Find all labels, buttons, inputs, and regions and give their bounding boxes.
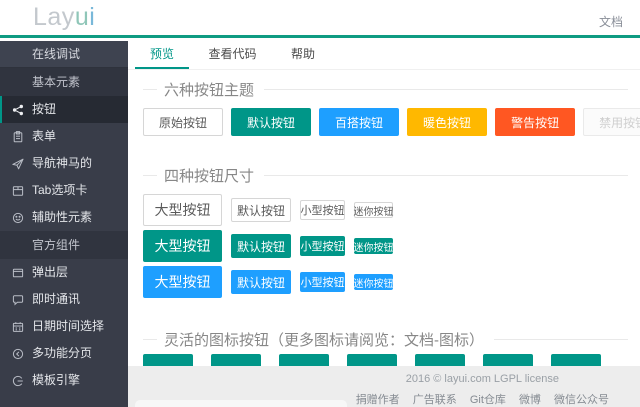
sidebar-item-label: 模板引擎 <box>32 373 81 387</box>
sidebar-category-official-components: 官方组件 <box>0 231 128 259</box>
disabled-button[interactable]: 禁用按钮 <box>583 108 640 136</box>
mini-button[interactable]: 迷你按钮 <box>354 274 394 290</box>
smiley-icon <box>12 212 24 224</box>
sidebar-item-label: 即时通讯 <box>32 292 81 306</box>
section-title-sizes: 四种按钮尺寸 <box>143 166 628 185</box>
sidebar-category-basic-elements: 基本元素 <box>0 68 128 96</box>
default-button[interactable]: 默认按钮 <box>231 108 312 136</box>
default-size-button[interactable]: 默认按钮 <box>231 198 291 222</box>
sidebar-item-template-engine[interactable]: 模板引擎 <box>0 367 128 394</box>
legend-line <box>494 338 628 340</box>
large-button[interactable]: 大型按钮 <box>143 266 222 298</box>
layui-logo[interactable]: Layui <box>33 3 95 32</box>
tab-preview[interactable]: 预览 <box>135 41 190 69</box>
sidebar-item-im[interactable]: 即时通讯 <box>0 286 128 313</box>
sidebar-item-label: 按钮 <box>32 102 57 116</box>
clipboard-icon <box>12 130 24 143</box>
tab-help[interactable]: 帮助 <box>276 41 330 69</box>
share-nodes-icon <box>12 104 24 116</box>
normal-button[interactable]: 百搭按钮 <box>319 108 400 136</box>
main-content: 预览 查看代码 帮助 六种按钮主题 原始按钮 默认按钮 百搭按钮 暖色按钮 警告… <box>128 41 640 407</box>
tab-bar: 预览 查看代码 帮助 <box>128 41 640 70</box>
calendar-icon <box>12 321 24 333</box>
sidebar-item-tab[interactable]: Tab选项卡 <box>0 177 128 204</box>
legend-line <box>143 174 157 176</box>
legend-line <box>143 88 157 90</box>
mini-button[interactable]: 迷你按钮 <box>354 238 394 254</box>
section-title-icon-buttons: 灵活的图标按钮（更多图标请阅览：文档-图标） <box>143 330 628 349</box>
sidebar-item-button[interactable]: 按钮 <box>0 96 128 123</box>
small-button[interactable]: 小型按钮 <box>300 200 345 220</box>
sidebar-item-datetime[interactable]: 日期时间选择 <box>0 313 128 340</box>
small-button[interactable]: 小型按钮 <box>300 272 345 292</box>
small-button[interactable]: 小型按钮 <box>300 236 345 256</box>
page: Layui 文档 在线调试 基本元素 按钮 表单 导航神马的 Tab选项卡 辅助… <box>0 0 640 407</box>
logo-part-gray: Lay <box>33 3 75 31</box>
top-header: Layui 文档 <box>0 0 640 38</box>
sidebar-item-label: 日期时间选择 <box>32 319 105 333</box>
section-title-themes: 六种按钮主题 <box>143 80 628 99</box>
sidebar-item-layer[interactable]: 弹出层 <box>0 259 128 286</box>
size-row-primitive: 大型按钮 默认按钮 小型按钮 迷你按钮 <box>143 194 628 226</box>
tab-view-code[interactable]: 查看代码 <box>193 41 271 69</box>
logo-part-green: u <box>74 3 90 31</box>
sidebar-item-label: 弹出层 <box>32 265 69 279</box>
legend-line <box>264 174 628 176</box>
logo-part-blue: i <box>89 3 96 31</box>
legend-line <box>143 338 157 340</box>
mini-button[interactable]: 迷你按钮 <box>354 202 394 218</box>
sidebar-item-label: 导航神马的 <box>32 156 93 170</box>
section-title-text: 灵活的图标按钮（更多图标请阅览：文档-图标） <box>164 331 484 349</box>
copyright-text: 2016 © layui.com LGPL license <box>405 373 559 385</box>
warm-button[interactable]: 暖色按钮 <box>407 108 488 136</box>
doc-link[interactable]: 文档 <box>599 13 623 30</box>
large-button[interactable]: 大型按钮 <box>143 194 222 226</box>
footer-link-git[interactable]: Git仓库 <box>470 394 506 406</box>
circle-arrow-left-icon <box>12 348 24 360</box>
layout-tabs-icon <box>12 185 24 197</box>
sidebar-item-label: 表单 <box>32 129 57 143</box>
footer-link-weibo[interactable]: 微博 <box>519 394 541 406</box>
sidebar-item-online-debug[interactable]: 在线调试 <box>0 41 128 68</box>
footer-content: 2016 © layui.com LGPL license 捐赠作者 广告联系 … <box>351 373 614 407</box>
sidebar-item-auxiliary[interactable]: 辅助性元素 <box>0 204 128 231</box>
theme-buttons-row: 原始按钮 默认按钮 百搭按钮 暖色按钮 警告按钮 禁用按钮 <box>143 108 640 136</box>
large-button[interactable]: 大型按钮 <box>143 230 222 262</box>
size-row-blue: 大型按钮 默认按钮 小型按钮 迷你按钮 <box>143 266 628 298</box>
default-size-button[interactable]: 默认按钮 <box>231 234 291 258</box>
engine-icon <box>12 375 24 387</box>
footer-link-wechat[interactable]: 微信公众号 <box>554 394 609 406</box>
chat-bubble-icon <box>12 294 24 306</box>
legend-line <box>264 88 628 90</box>
window-icon <box>12 267 24 279</box>
size-row-green: 大型按钮 默认按钮 小型按钮 迷你按钮 <box>143 230 628 262</box>
bottom-sheet-edge <box>135 400 347 407</box>
paper-plane-icon <box>12 158 24 170</box>
sidebar-item-label: 辅助性元素 <box>32 210 93 224</box>
footer-link-donate[interactable]: 捐赠作者 <box>356 394 400 406</box>
preview-panel: 六种按钮主题 原始按钮 默认按钮 百搭按钮 暖色按钮 警告按钮 禁用按钮 四种按… <box>128 70 640 382</box>
section-title-text: 四种按钮尺寸 <box>164 167 255 185</box>
sidebar-item-pagination[interactable]: 多功能分页 <box>0 340 128 367</box>
sidebar-item-label: 多功能分页 <box>32 346 93 360</box>
section-title-text: 六种按钮主题 <box>164 81 255 99</box>
sidebar-item-label: Tab选项卡 <box>32 183 88 197</box>
footer-link-ads[interactable]: 广告联系 <box>413 394 457 406</box>
footer-links: 捐赠作者 广告联系 Git仓库 微博 微信公众号 <box>351 391 614 407</box>
sidebar-item-form[interactable]: 表单 <box>0 123 128 150</box>
danger-button[interactable]: 警告按钮 <box>495 108 576 136</box>
default-size-button[interactable]: 默认按钮 <box>231 270 291 294</box>
primitive-button[interactable]: 原始按钮 <box>143 108 224 136</box>
sidebar-item-nav[interactable]: 导航神马的 <box>0 150 128 177</box>
sidebar: 在线调试 基本元素 按钮 表单 导航神马的 Tab选项卡 辅助性元素 官方组件 … <box>0 41 128 407</box>
